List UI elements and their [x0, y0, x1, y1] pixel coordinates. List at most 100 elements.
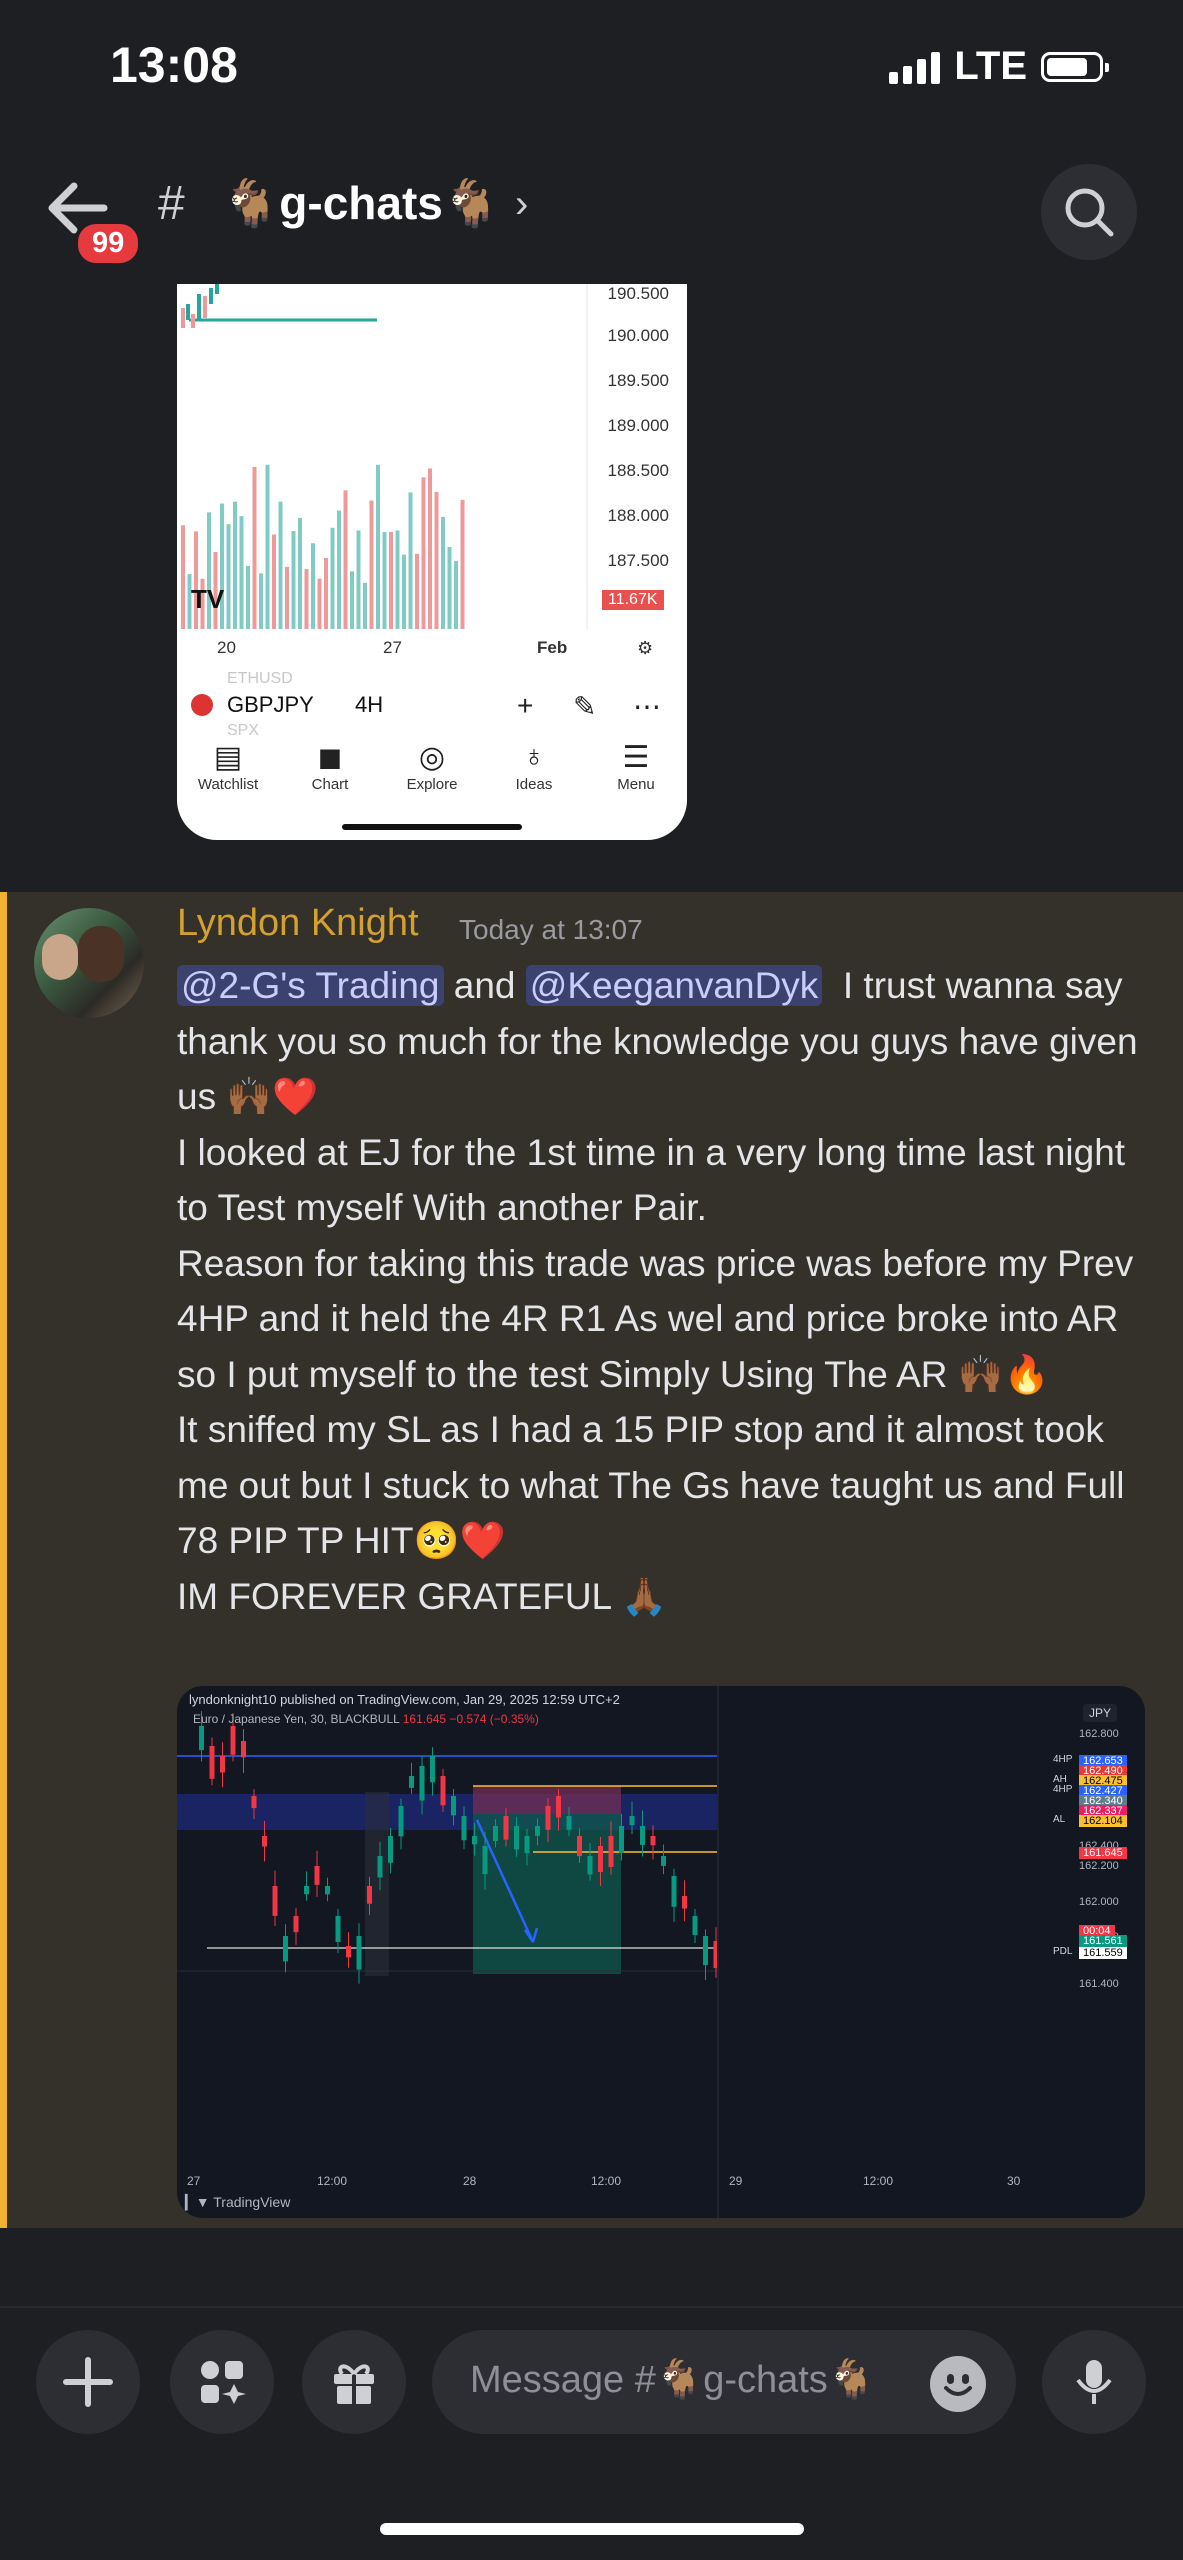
candle — [346, 1946, 351, 1958]
symbol-name[interactable]: GBPJPY — [227, 692, 314, 718]
price-tick: 162.800 — [1079, 1728, 1119, 1740]
volume-bar — [233, 501, 237, 629]
message-item[interactable]: Lyndon Knight Today at 13:07 @2-G's Trad… — [0, 892, 1183, 2228]
volume-bar — [252, 466, 257, 629]
volume-bar — [434, 491, 439, 629]
time-tick: 29 — [729, 2174, 743, 2188]
nav-menu[interactable]: ☰ Menu — [586, 740, 686, 820]
plus-icon — [63, 2357, 113, 2407]
channel-title[interactable]: 🐐g-chats🐐 — [222, 176, 500, 231]
candle — [356, 1936, 362, 1970]
candle — [409, 1776, 414, 1788]
voice-button[interactable] — [1042, 2330, 1146, 2434]
candle — [230, 1726, 236, 1755]
volume-bar — [317, 578, 322, 629]
image-attachment-eurjpy-chart[interactable]: lyndonknight10 published on TradingView.… — [177, 1686, 1145, 2218]
candle — [661, 1856, 666, 1866]
tradingview-footer: ▎▼ TradingView — [185, 2194, 291, 2210]
chart-icon: ◼ — [317, 741, 343, 774]
pen-icon[interactable]: ✎ — [573, 690, 596, 723]
candle — [671, 1876, 677, 1907]
avatar[interactable] — [34, 908, 144, 1018]
price-tick: 162.000 — [1079, 1896, 1119, 1908]
smile-icon — [944, 2386, 972, 2396]
gift-button[interactable] — [302, 2330, 406, 2434]
signal-icon — [889, 50, 941, 84]
symbol-toolbar: ETHUSD GBPJPY 4H + ✎ ⋯ SPX — [177, 670, 687, 739]
volume-bar — [259, 573, 263, 629]
eurjpy-chart-graphic — [177, 1686, 719, 2218]
time-tick: 27 — [187, 2174, 201, 2188]
candle — [251, 1796, 257, 1809]
candle — [209, 1746, 215, 1779]
add-icon[interactable]: + — [517, 690, 533, 722]
candle — [304, 1886, 309, 1895]
volume-bar — [181, 525, 185, 629]
volume-bar — [272, 534, 276, 629]
ghost-symbol: SPX — [227, 722, 260, 739]
candle — [503, 1816, 509, 1840]
candle — [419, 1766, 425, 1801]
chevron-right-icon[interactable]: › — [515, 182, 528, 227]
status-indicators: LTE — [889, 44, 1109, 89]
volume-bar — [441, 516, 445, 629]
more-icon[interactable]: ⋯ — [633, 690, 661, 723]
volume-bar — [304, 569, 309, 629]
candle — [199, 1726, 204, 1751]
level-label: AL — [1053, 1814, 1066, 1825]
apps-button[interactable] — [170, 2330, 274, 2434]
message-author[interactable]: Lyndon Knight — [177, 902, 419, 945]
volume-tag: 11.67K — [602, 590, 664, 610]
settings-icon[interactable]: ⚙ — [637, 638, 653, 659]
volume-bar — [363, 582, 367, 629]
volume-bar — [454, 561, 458, 629]
price-tick: 161.400 — [1079, 1978, 1119, 1990]
candle — [545, 1806, 551, 1830]
volume-bar — [460, 499, 465, 629]
candle — [556, 1796, 561, 1818]
candle — [514, 1826, 519, 1850]
channel-header: 99 # 🐐g-chats🐐 › — [0, 150, 1183, 280]
volume-bar — [376, 464, 380, 629]
candle — [472, 1836, 477, 1845]
candle — [608, 1836, 614, 1867]
status-time: 13:08 — [110, 37, 238, 93]
level-label: PDL — [1053, 1946, 1073, 1957]
price-tag: 161.645 — [1079, 1847, 1127, 1859]
currency-label: JPY — [1083, 1704, 1118, 1722]
candle — [577, 1836, 582, 1857]
timeframe[interactable]: 4H — [355, 692, 383, 718]
search-icon — [1065, 188, 1114, 237]
x-tick: Feb — [537, 638, 568, 657]
nav-ideas[interactable]: ♁ Ideas — [484, 740, 584, 820]
user-mention[interactable]: @2-G's Trading — [177, 965, 444, 1006]
nav-chart[interactable]: ◼ Chart — [280, 740, 380, 820]
emoji-button[interactable] — [930, 2356, 986, 2412]
volume-bar — [324, 557, 328, 629]
mention-highlight-bar — [0, 892, 7, 2228]
candle — [692, 1916, 698, 1935]
volume-bar — [343, 490, 348, 629]
add-attachment-button[interactable] — [36, 2330, 140, 2434]
candle — [377, 1856, 383, 1878]
candle — [703, 1936, 708, 1966]
network-label: LTE — [954, 44, 1027, 88]
image-attachment-gbpjpy[interactable]: TV 190.500 190.000 189.500 189.000 188.5… — [177, 284, 687, 840]
message-input[interactable]: Message #🐐g-chats🐐 — [432, 2330, 1016, 2434]
message-placeholder: Message #🐐g-chats🐐 — [470, 2359, 876, 2401]
search-button[interactable] — [1041, 164, 1137, 260]
level-label: 4HP — [1053, 1784, 1073, 1795]
nav-explore[interactable]: ◎ Explore — [382, 740, 482, 820]
volume-bar — [226, 524, 231, 629]
volume-bar — [389, 531, 393, 629]
user-mention[interactable]: @KeeganvanDyk — [525, 965, 823, 1006]
nav-watchlist[interactable]: ▤ Watchlist — [178, 740, 278, 820]
volume-bar — [369, 500, 374, 629]
message-composer: Message #🐐g-chats🐐 — [0, 2306, 1183, 2468]
candle — [650, 1836, 656, 1846]
candle — [524, 1836, 530, 1854]
x-tick: 20 — [217, 638, 236, 657]
candle — [262, 1836, 267, 1847]
price-tag: 161.561 — [1079, 1935, 1127, 1947]
price-tick: 190.000 — [607, 326, 669, 345]
